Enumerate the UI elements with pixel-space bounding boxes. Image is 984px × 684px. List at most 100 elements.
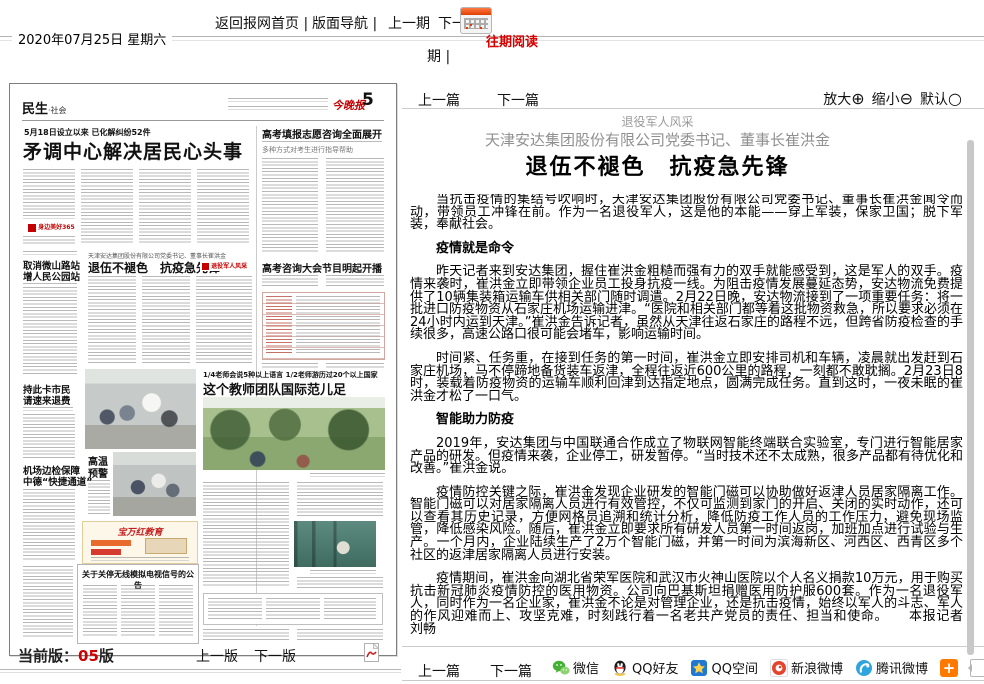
share-more-button[interactable]: + — [940, 659, 958, 677]
prev-article-link-top[interactable]: 上一篇 — [418, 90, 460, 110]
tencent-weibo-icon — [855, 659, 873, 677]
thumb-story7-headline2[interactable]: 请速来退费 — [23, 393, 71, 407]
calendar-icon[interactable] — [460, 7, 492, 34]
thumb-story4-kicker-sim — [23, 251, 77, 255]
thumb-story5-text-sim2 — [142, 276, 190, 364]
thumb-story2-subtitle: 多种方式对考生进行指导帮助 — [262, 145, 353, 155]
prev-page-link[interactable]: 上一版 — [196, 646, 238, 666]
pagebar-divider-dark — [0, 669, 401, 670]
nav-home-link[interactable]: 返回报网首页 | — [215, 13, 308, 33]
article-kicker: 退役军人风采 — [402, 113, 968, 130]
reader-bottom-divider — [402, 646, 984, 647]
thumb-story5-text-sim — [88, 276, 136, 364]
share-tweibo-button[interactable]: 腾讯微博 — [855, 658, 928, 677]
thumb-story6-text-sim — [203, 482, 289, 586]
thumb-story6-text-sim2 — [297, 482, 383, 518]
info-box-sim1 — [208, 598, 262, 620]
article-paragraph: 疫情期间，崔洪金向湖北省荣军医院和武汉市火神山医院以个人名义捐款10万元，用于购… — [410, 573, 963, 636]
wechat-icon — [552, 659, 570, 677]
article-paragraph: 时间紧、任务重，在接到任务的第一时间，崔洪金立即安排司机和车辆，凌晨就出发赶到石… — [410, 353, 963, 403]
qq-icon — [611, 659, 629, 677]
article-paragraph: 昨天记者来到安达集团，握住崔洪金粗糙而强有力的双手就能感受到，这是军人的双手。疫… — [410, 266, 963, 342]
next-page-link[interactable]: 下一版 — [254, 646, 296, 666]
thumb-story4-rule — [23, 283, 77, 284]
share-qq-button[interactable]: QQ好友 — [611, 658, 678, 677]
share-wechat-label: 微信 — [573, 658, 599, 677]
table-gray-col-sim — [296, 296, 380, 354]
share-weibo-button[interactable]: 新浪微博 — [770, 658, 843, 677]
park-photo-caption-sim — [310, 473, 385, 477]
next-article-link-bottom[interactable]: 下一篇 — [490, 661, 532, 681]
pagebar-divider-light — [0, 672, 401, 673]
thumb-story6-text-sim5 — [297, 629, 383, 641]
notice-sim1 — [83, 585, 117, 637]
ad-text-sim — [91, 557, 189, 561]
thumb-story1-text-sim — [23, 169, 75, 219]
thumb-schedule-table — [262, 292, 385, 360]
thumb-story4-headline2[interactable]: 增人民公园站 — [23, 269, 80, 283]
current-page-prefix: 当前版： — [18, 647, 78, 665]
zoom-out-button[interactable]: 缩小⊖ — [872, 89, 913, 109]
thumb-story1-headline[interactable]: 矛调中心解决居民心头事 — [23, 137, 243, 164]
nav-prev-issue-link[interactable]: 上一期 — [388, 13, 430, 33]
zoom-reset-button[interactable]: 默认○ — [920, 89, 962, 109]
table-red-col-sim — [266, 296, 292, 354]
thumb-story8-headline2[interactable]: 中德“快捷通道” — [23, 474, 93, 488]
library-photo — [294, 521, 376, 567]
zoom-reset-label: 默认 — [920, 92, 948, 108]
ad-title: 宝万红教育 — [83, 525, 197, 538]
thumb-story1-text-sim2 — [23, 236, 75, 244]
prev-article-link-bottom[interactable]: 上一篇 — [418, 661, 460, 681]
park-photo — [203, 397, 385, 470]
thumb-story3-headline[interactable]: 高考咨询大会节目明起开播 — [262, 260, 382, 275]
article-body: 当抗击疫情的集结号吹响时，天津安达集团股份有限公司党委书记、董事长崔洪金闻令而动… — [410, 194, 963, 646]
badge-red-square-icon — [28, 224, 36, 232]
ad-banner[interactable]: 宝万红教育 — [82, 521, 198, 564]
sina-weibo-icon — [770, 659, 788, 677]
zoom-in-label: 放大 — [823, 92, 851, 108]
zoom-reset-icon: ○ — [948, 89, 962, 108]
thumb-story6-headline[interactable]: 这个教师团队国际范儿足 — [203, 379, 346, 398]
thumb-story2-rule — [262, 141, 382, 142]
zoom-controls: 放大⊕ 缩小⊖ 默认○ — [823, 89, 962, 109]
share-wechat-button[interactable]: 微信 — [552, 658, 599, 677]
zoom-in-button[interactable]: 放大⊕ — [823, 89, 864, 109]
current-page-number: 05 — [78, 647, 99, 665]
thumb-leftcol-bottom-sim — [23, 566, 73, 638]
notice-box[interactable]: 关于关停无线模拟电视信号的公告 — [77, 564, 199, 644]
thumb-story6-text-sim3 — [297, 577, 383, 589]
share-count-badge: 0 — [970, 659, 984, 677]
thumb-story5-badge: 退役军人风采 — [200, 260, 249, 271]
article-scrollbar-thumb[interactable] — [967, 140, 974, 655]
pdf-download-icon[interactable] — [364, 643, 379, 666]
bottom-edge-divider — [402, 680, 984, 681]
thumb-page-number: 5 — [362, 90, 374, 110]
qzone-icon — [690, 659, 708, 677]
thumb-header-rule — [22, 120, 384, 121]
current-page-label: 当前版：05版 — [18, 645, 114, 666]
share-tweibo-label: 腾讯微博 — [876, 658, 928, 677]
past-issues-link[interactable]: 往期阅读 — [486, 31, 538, 50]
epaper-reader-window: 返回报网首页 | 版面导航 | 上一期 下一 期 | 往期阅读 2020年07月… — [0, 0, 984, 684]
next-article-link-top[interactable]: 下一篇 — [497, 90, 539, 110]
library-photo-caption-sim — [310, 570, 376, 574]
share-qzone-button[interactable]: QQ空间 — [690, 658, 757, 677]
calendar-red-dots — [470, 24, 472, 26]
thumb-section-sub: ·社会 — [48, 106, 67, 115]
nav-next-issue-wrap[interactable]: 期 | — [427, 46, 450, 66]
share-qzone-label: QQ空间 — [711, 658, 757, 677]
nav-layout-link[interactable]: 版面导航 | — [312, 13, 377, 33]
thumb-story4-text-sim — [23, 287, 77, 375]
thumb-story2-headline[interactable]: 高考填报志愿咨询全面展开 — [262, 126, 382, 141]
thumb-story3-text-sim — [262, 275, 318, 288]
article-byline: 天津安达集团股份有限公司党委书记、董事长崔洪金 — [402, 129, 968, 150]
thumb-masthead-logo: 今晚报 — [332, 97, 365, 113]
thumb-story7-text-sim — [23, 414, 75, 458]
article-paragraph: 疫情防控关键之际，崔洪金发现企业研发的智能门磁可以协助做好返津人员居家隔离工作。… — [410, 487, 963, 563]
thumb-header-meta-sim — [228, 98, 328, 102]
info-box-sim3 — [324, 598, 376, 620]
newspaper-page-thumbnail[interactable]: 民生·社会 今晚报 5 5月18日设立以来 已化解纠纷52件 矛调中心解决居民心… — [9, 83, 397, 656]
thumb-story1-badge: 身边美好365 — [26, 221, 77, 233]
thumb-header-meta-sim2 — [228, 106, 328, 110]
reader-top-divider — [402, 108, 984, 109]
